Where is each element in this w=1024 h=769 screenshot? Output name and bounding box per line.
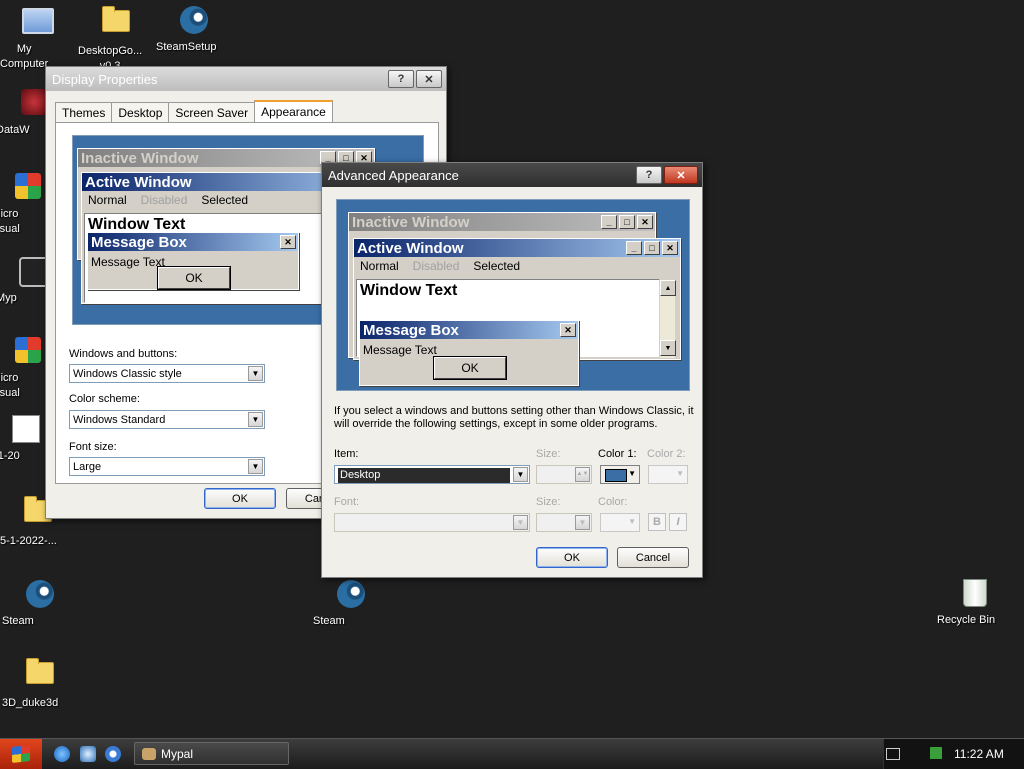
file-icon [12,415,40,443]
desktop-icon-desktopgo[interactable]: DesktopGo... v0.3 [78,4,154,72]
clock[interactable]: 11:22 AM [954,747,1004,761]
desktop-icon-steam-2[interactable]: Steam [313,578,389,627]
close-button[interactable]: ✕ [416,70,442,88]
keyboard-icon[interactable] [886,748,900,760]
chevron-down-icon: ▼ [676,469,684,478]
item-select[interactable]: Desktop ▼ [334,465,530,484]
folder-icon [102,6,130,32]
steam-icon [26,580,54,608]
close-icon: ✕ [560,323,576,337]
taskbar-button-mypal[interactable]: Mypal [134,742,289,765]
app-icon [21,89,47,115]
help-button[interactable]: ? [388,70,414,88]
advanced-cancel-button[interactable]: Cancel [617,547,689,568]
preview-scrollbar: ▲ ▼ [659,280,676,358]
help-button[interactable]: ? [636,166,662,184]
taskbar: Mypal 11:22 AM [0,738,1024,769]
desktop-icon-duke3d[interactable]: 3D_duke3d [2,656,78,709]
preview-message-box: Message Box ✕ Message Text OK [359,320,579,386]
my-computer-icon [22,8,54,34]
maximize-icon: □ [619,215,635,229]
item-size-spinner[interactable]: ▲▼ [536,465,592,484]
color-scheme-select[interactable]: Windows Standard ▼ [69,410,265,429]
advanced-preview[interactable]: Inactive Window _ □ ✕ Active Window _ □ ✕ No… [336,199,690,391]
font-size-select[interactable]: Large ▼ [69,457,265,476]
desktop-icon-steamsetup[interactable]: SteamSetup [156,4,232,53]
chevron-down-icon: ▼ [248,459,263,474]
advanced-ok-button[interactable]: OK [536,547,608,568]
tab-strip: Themes Desktop Screen Saver Appearance [55,100,333,124]
folder-icon [26,658,54,684]
system-tray: 11:22 AM [883,739,1024,769]
desktop-icon-steam-1[interactable]: Steam [2,578,78,627]
windows-buttons-select[interactable]: Windows Classic style ▼ [69,364,265,383]
advanced-appearance-titlebar[interactable]: Advanced Appearance ? ✕ [322,163,702,187]
network-icon[interactable] [930,747,942,759]
italic-button[interactable]: I [669,513,687,531]
chevron-down-icon: ▼ [628,469,636,478]
font-select[interactable]: ▼ [334,513,530,532]
windows-flag-icon [12,745,30,763]
minimize-icon: _ [601,215,617,229]
scroll-down-icon: ▼ [660,340,676,356]
browser-icon[interactable] [80,746,96,762]
mypal-icon [142,748,156,760]
tab-desktop[interactable]: Desktop [111,102,170,124]
app-icon [15,173,41,199]
desktop-icon-recycle-bin[interactable]: Recycle Bin [937,576,1013,626]
close-icon: ✕ [280,235,296,249]
app-icon [15,337,41,363]
color1-picker[interactable]: ▼ [600,465,640,484]
internet-explorer-icon[interactable] [54,746,70,762]
tab-appearance[interactable]: Appearance [254,100,333,124]
tab-screen-saver[interactable]: Screen Saver [168,102,256,124]
font-color-picker[interactable]: ▼ [600,513,640,532]
advanced-appearance-window: Advanced Appearance ? ✕ Inactive Window … [321,162,703,578]
maximize-icon: □ [644,241,660,255]
chevron-down-icon: ▼ [628,517,636,526]
chevron-down-icon: ▼ [513,515,528,530]
media-player-icon[interactable] [105,746,121,762]
minimize-icon: _ [626,241,642,255]
color-swatch [605,469,627,482]
spinner-icon: ▲▼ [575,467,590,482]
chevron-down-icon: ▼ [575,515,590,530]
steam-icon [180,6,208,34]
scroll-up-icon: ▲ [660,280,676,296]
bold-button[interactable]: B [648,513,666,531]
color2-picker[interactable]: ▼ [648,465,688,484]
chevron-down-icon: ▼ [248,366,263,381]
font-size-select[interactable]: ▼ [536,513,592,532]
chevron-down-icon: ▼ [513,467,528,482]
close-button[interactable]: ✕ [664,166,698,184]
recycle-bin-icon [963,579,987,607]
display-properties-titlebar[interactable]: Display Properties ? ✕ [46,67,446,91]
tab-themes[interactable]: Themes [55,102,113,124]
display-ok-button[interactable]: OK [204,488,276,509]
steam-icon [337,580,365,608]
close-icon: ✕ [637,215,653,229]
preview-message-box: Message Box ✕ Message Text OK [87,232,299,290]
start-button[interactable] [0,739,42,769]
close-icon: ✕ [662,241,678,255]
chevron-down-icon: ▼ [248,412,263,427]
desktop-icon-my-computer[interactable]: My Computer [0,4,76,70]
